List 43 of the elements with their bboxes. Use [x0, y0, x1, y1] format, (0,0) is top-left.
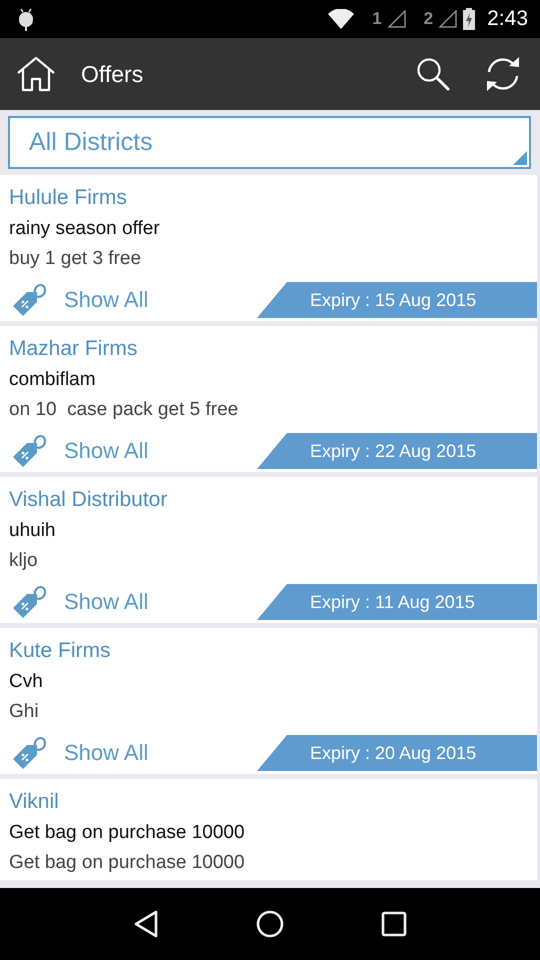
- dropdown-corner-icon: [513, 151, 527, 165]
- search-icon[interactable]: [416, 57, 450, 91]
- tag-icon: [11, 584, 49, 620]
- offer-title: Cvh: [9, 670, 44, 694]
- screen-title: Offers: [81, 60, 144, 88]
- sim-label: 1: [372, 9, 382, 29]
- expiry-ribbon: Expiry : 11 Aug 2015: [257, 584, 537, 620]
- wifi-icon: [328, 9, 354, 29]
- offer-title: rainy season offer: [9, 217, 161, 241]
- offer-card[interactable]: Vishal Distributor uhuih kljo Show All Expiry : 11 Aug 2015: [0, 477, 537, 623]
- offer-detail: Ghi: [9, 700, 40, 724]
- offer-title: Get bag on purchase 10000: [9, 821, 246, 845]
- signal-icon: [439, 10, 458, 28]
- recent-apps-icon[interactable]: [381, 911, 407, 937]
- offer-card[interactable]: Mazhar Firms combiflam on 10 case pack get 5 free Show All Expiry : 22 Aug 2015: [0, 326, 537, 472]
- refresh-icon[interactable]: [484, 56, 522, 92]
- android-icon: [18, 7, 34, 31]
- expiry-ribbon: Expiry : 22 Aug 2015: [257, 433, 537, 469]
- clock-time: 2:43: [487, 7, 528, 31]
- sim-label: 2: [424, 9, 434, 29]
- expiry-ribbon: Expiry : 20 Aug 2015: [257, 735, 537, 771]
- company-name: Hulule Firms: [9, 185, 128, 211]
- offer-card[interactable]: Kute Firms Cvh Ghi Show All Expiry : 20 Aug 2015: [0, 628, 537, 774]
- battery-icon: [463, 8, 476, 30]
- home-icon[interactable]: [255, 909, 285, 939]
- expiry-ribbon: Expiry : 15 Aug 2015: [257, 282, 537, 318]
- offer-title: combiflam: [9, 368, 97, 392]
- tag-icon: [11, 735, 49, 771]
- offer-detail: on 10 case pack get 5 free: [9, 398, 240, 422]
- company-name: Vishal Distributor: [9, 487, 168, 513]
- company-name: Mazhar Firms: [9, 336, 138, 362]
- company-name: Kute Firms: [9, 638, 112, 664]
- offer-detail: buy 1 get 3 free: [9, 247, 142, 271]
- company-name: Viknil: [9, 789, 60, 815]
- offer-detail: Get bag on purchase 10000: [9, 851, 246, 875]
- back-icon[interactable]: [133, 909, 159, 939]
- tag-icon: [11, 433, 49, 469]
- offer-card[interactable]: Hulule Firms rainy season offer buy 1 get 3 free Show All Expiry : 15 Aug 2015: [0, 175, 537, 321]
- tag-icon: [11, 282, 49, 318]
- signal-icon: [388, 10, 406, 28]
- offer-title: uhuih: [9, 519, 56, 543]
- offer-detail: kljo: [9, 549, 39, 573]
- offer-card[interactable]: Viknil Get bag on purchase 10000 Get bag on purchase 10000: [0, 779, 537, 880]
